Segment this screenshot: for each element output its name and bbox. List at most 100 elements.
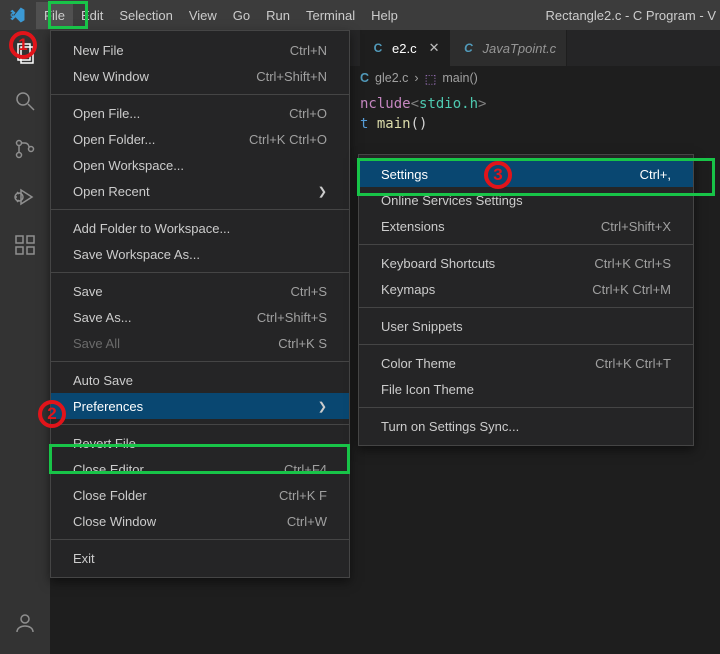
menu-item-label: Color Theme bbox=[381, 356, 565, 371]
menu-run[interactable]: Run bbox=[258, 2, 298, 29]
menu-terminal[interactable]: Terminal bbox=[298, 2, 363, 29]
search-icon[interactable] bbox=[12, 88, 38, 114]
file_menu-item[interactable]: New FileCtrl+N bbox=[51, 37, 349, 63]
menu-separator bbox=[51, 539, 349, 540]
window-title: Rectangle2.c - C Program - V bbox=[545, 8, 720, 23]
menu-separator bbox=[51, 272, 349, 273]
menu-file[interactable]: File bbox=[36, 2, 73, 29]
menu-item-label: Keyboard Shortcuts bbox=[381, 256, 564, 271]
menu-item-label: Add Folder to Workspace... bbox=[73, 221, 327, 236]
menu-item-shortcut: Ctrl+K Ctrl+T bbox=[595, 356, 671, 371]
menu-item-label: Close Folder bbox=[73, 488, 249, 503]
pref_menu-item[interactable]: File Icon Theme bbox=[359, 376, 693, 402]
menu-item-label: Exit bbox=[73, 551, 327, 566]
file_menu-item[interactable]: Save Ctrl+S bbox=[51, 278, 349, 304]
explorer-icon[interactable] bbox=[12, 40, 38, 66]
menu-item-shortcut: Ctrl+O bbox=[289, 106, 327, 121]
menu-item-label: Save bbox=[73, 284, 261, 299]
file-menu: New FileCtrl+NNew WindowCtrl+Shift+N Open… bbox=[50, 30, 350, 578]
tab-active[interactable]: C e2.c ✕ bbox=[360, 30, 450, 66]
pref_menu-item[interactable]: KeymapsCtrl+K Ctrl+M bbox=[359, 276, 693, 302]
code-line: t main() bbox=[360, 114, 720, 134]
menu-item-label: File Icon Theme bbox=[381, 382, 671, 397]
file_menu-item[interactable]: Revert File bbox=[51, 430, 349, 456]
menu-item-label: Save All bbox=[73, 336, 248, 351]
file_menu-item[interactable]: Add Folder to Workspace... bbox=[51, 215, 349, 241]
menu-item-label: Auto Save bbox=[73, 373, 327, 388]
menu-item-shortcut: Ctrl+Shift+S bbox=[257, 310, 327, 325]
pref_menu-item[interactable]: Online Services Settings bbox=[359, 187, 693, 213]
menu-go[interactable]: Go bbox=[225, 2, 258, 29]
pref_menu-item[interactable]: Turn on Settings Sync... bbox=[359, 413, 693, 439]
file_menu-item[interactable]: Open Recent❯ bbox=[51, 178, 349, 204]
menu-item-label: Save Workspace As... bbox=[73, 247, 327, 262]
close-icon[interactable]: ✕ bbox=[429, 40, 440, 56]
breadcrumb-file: gle2.c bbox=[375, 71, 408, 85]
file_menu-item[interactable]: Save Workspace As... bbox=[51, 241, 349, 267]
chevron-right-icon: › bbox=[414, 71, 418, 85]
menu-item-label: Save As... bbox=[73, 310, 227, 325]
file_menu-item[interactable]: Close Folder Ctrl+K F bbox=[51, 482, 349, 508]
menu-item-label: Preferences bbox=[73, 399, 288, 414]
extensions-icon[interactable] bbox=[12, 232, 38, 258]
source-control-icon[interactable] bbox=[12, 136, 38, 162]
menu-selection[interactable]: Selection bbox=[111, 2, 180, 29]
menu-item-label: Revert File bbox=[73, 436, 327, 451]
file_menu-item[interactable]: Save As... Ctrl+Shift+S bbox=[51, 304, 349, 330]
menu-item-shortcut: Ctrl+K S bbox=[278, 336, 327, 351]
menu-item-label: Turn on Settings Sync... bbox=[381, 419, 671, 434]
menu-item-label: Settings bbox=[381, 167, 610, 182]
menu-item-label: New Window bbox=[73, 69, 226, 84]
file_menu-item[interactable]: Open Workspace... bbox=[51, 152, 349, 178]
run-debug-icon[interactable] bbox=[12, 184, 38, 210]
menu-item-label: Open Recent bbox=[73, 184, 288, 199]
menu-item-shortcut: Ctrl+K F bbox=[279, 488, 327, 503]
menu-separator bbox=[359, 244, 693, 245]
file_menu-item[interactable]: Close Editor Ctrl+F4 bbox=[51, 456, 349, 482]
pref_menu-item[interactable]: User Snippets bbox=[359, 313, 693, 339]
menu-item-label: Open Workspace... bbox=[73, 158, 327, 173]
tab-label: e2.c bbox=[392, 41, 417, 56]
file_menu-item[interactable]: New WindowCtrl+Shift+N bbox=[51, 63, 349, 89]
file_menu-item[interactable]: Preferences ❯ bbox=[51, 393, 349, 419]
c-file-icon: C bbox=[460, 40, 476, 56]
tab-inactive[interactable]: C JavaTpoint.c bbox=[450, 30, 567, 66]
breadcrumb-func: main() bbox=[442, 71, 477, 85]
menu-item-shortcut: Ctrl+K Ctrl+O bbox=[249, 132, 327, 147]
menu-separator bbox=[51, 209, 349, 210]
file_menu-item[interactable]: Exit bbox=[51, 545, 349, 571]
menu-item-label: Keymaps bbox=[381, 282, 562, 297]
cube-icon: ⬚ bbox=[425, 71, 437, 86]
menu-view[interactable]: View bbox=[181, 2, 225, 29]
menu-item-label: Close Window bbox=[73, 514, 257, 529]
file_menu-item[interactable]: Open File...Ctrl+O bbox=[51, 100, 349, 126]
menu-separator bbox=[359, 407, 693, 408]
menu-help[interactable]: Help bbox=[363, 2, 406, 29]
menu-item-label: Close Editor bbox=[73, 462, 254, 477]
vscode-logo-icon bbox=[8, 6, 26, 24]
file_menu-item[interactable]: Auto Save bbox=[51, 367, 349, 393]
menu-item-label: User Snippets bbox=[381, 319, 671, 334]
menu-separator bbox=[51, 361, 349, 362]
menu-separator bbox=[359, 344, 693, 345]
pref_menu-item[interactable]: ExtensionsCtrl+Shift+X bbox=[359, 213, 693, 239]
menu-item-label: Online Services Settings bbox=[381, 193, 671, 208]
menu-item-shortcut: Ctrl+, bbox=[640, 167, 671, 182]
c-file-icon: C bbox=[370, 40, 386, 56]
preferences-menu: Settings Ctrl+, Online Services Settings Ex… bbox=[358, 154, 694, 446]
activity-bar bbox=[0, 30, 50, 654]
pref_menu-item[interactable]: Color Theme Ctrl+K Ctrl+T bbox=[359, 350, 693, 376]
menu-separator bbox=[51, 94, 349, 95]
menubar: File Edit Selection View Go Run Terminal… bbox=[0, 0, 720, 30]
menu-item-shortcut: Ctrl+Shift+X bbox=[601, 219, 671, 234]
pref_menu-item[interactable]: Settings Ctrl+, bbox=[359, 161, 693, 187]
menu-item-shortcut: Ctrl+F4 bbox=[284, 462, 327, 477]
file_menu-item[interactable]: Close WindowCtrl+W bbox=[51, 508, 349, 534]
accounts-icon[interactable] bbox=[12, 610, 38, 636]
pref_menu-item[interactable]: Keyboard ShortcutsCtrl+K Ctrl+S bbox=[359, 250, 693, 276]
menu-edit[interactable]: Edit bbox=[73, 2, 111, 29]
menu-item-shortcut: Ctrl+S bbox=[291, 284, 327, 299]
chevron-right-icon: ❯ bbox=[318, 400, 327, 413]
file_menu-item[interactable]: Open Folder...Ctrl+K Ctrl+O bbox=[51, 126, 349, 152]
menu-item-label: New File bbox=[73, 43, 260, 58]
